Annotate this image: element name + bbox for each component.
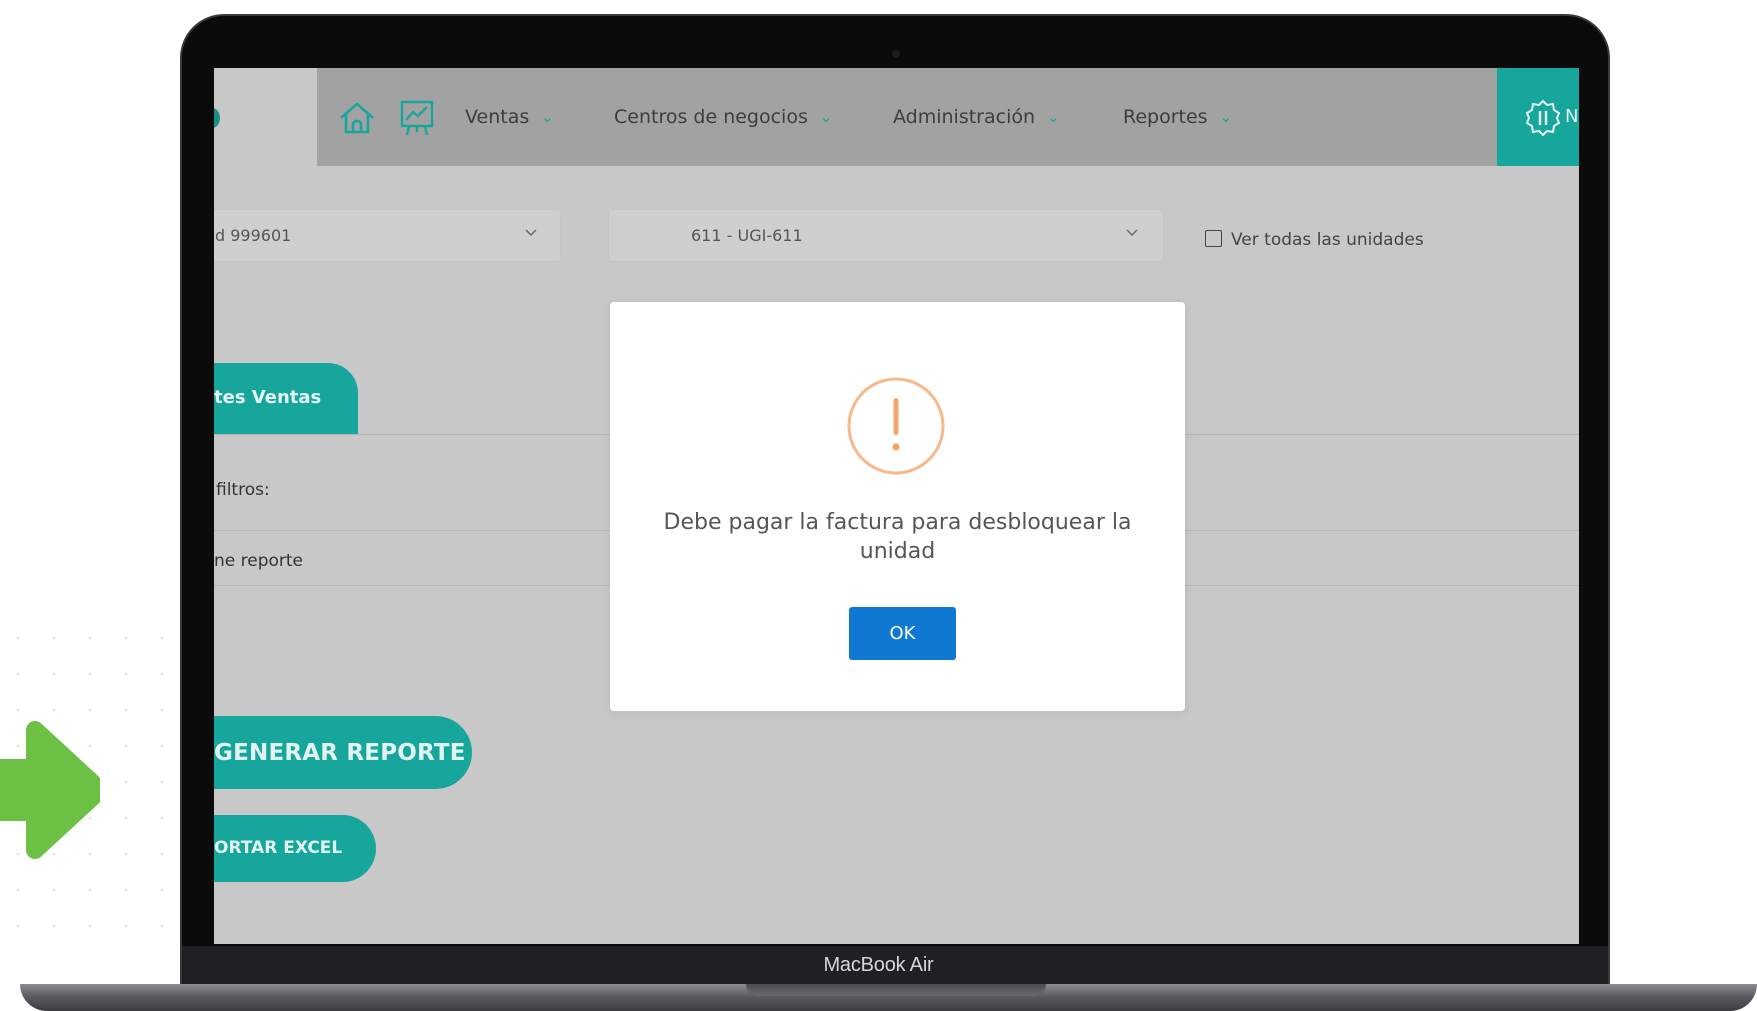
- business-center-select[interactable]: 611 - UGI-611: [608, 209, 1164, 262]
- show-all-units-label: Ver todas las unidades: [1231, 230, 1424, 250]
- ok-button[interactable]: OK: [849, 607, 956, 660]
- report-name-label: ne reporte: [214, 551, 304, 571]
- nav-item-label: Reportes: [1123, 106, 1208, 128]
- nav-item-administracion[interactable]: Administración ⌄: [893, 106, 1060, 128]
- app-screen: Ventas ⌄ Centros de negocios ⌄ Administrac…: [214, 68, 1579, 944]
- nav-item-centros-de-negocios[interactable]: Centros de negocios ⌄: [614, 106, 832, 128]
- warning-icon: [847, 377, 945, 475]
- arrow-right-icon: [0, 721, 100, 859]
- top-nav: Ventas ⌄ Centros de negocios ⌄ Administrac…: [317, 68, 1579, 166]
- alert-modal: Debe pagar la factura para desbloquear l…: [610, 302, 1185, 711]
- business-center-select-value: 611 - UGI-611: [691, 226, 803, 245]
- chevron-down-icon: [525, 229, 537, 236]
- camera: [892, 50, 900, 58]
- unit-select-value: d 999601: [215, 226, 292, 245]
- logo: [214, 108, 220, 128]
- generate-report-label: GENERAR REPORTE: [214, 740, 466, 766]
- tab-label: tes Ventas: [214, 387, 322, 408]
- novedades-icon: [1525, 99, 1561, 137]
- device-label: MacBook Air: [823, 954, 934, 976]
- chart-icon[interactable]: [397, 98, 437, 138]
- chevron-down-icon: ⌄: [541, 108, 554, 126]
- nav-logo-area: [214, 68, 317, 166]
- laptop-notch: [746, 984, 1046, 996]
- nav-item-label: Ventas: [465, 106, 530, 128]
- novedades-label: Novedades: [1565, 106, 1579, 127]
- nav-item-novedades[interactable]: Novedades: [1497, 68, 1579, 166]
- nav-item-reportes[interactable]: Reportes ⌄: [1123, 106, 1232, 128]
- nav-item-ventas[interactable]: Ventas ⌄: [465, 106, 554, 128]
- nav-item-label: Administración: [893, 106, 1036, 128]
- nav-item-label: Centros de negocios: [614, 106, 808, 128]
- unit-select[interactable]: d 999601: [214, 209, 561, 262]
- modal-message: Debe pagar la factura para desbloquear l…: [663, 510, 1132, 564]
- export-excel-label: ORTAR EXCEL: [214, 838, 343, 858]
- home-icon[interactable]: [337, 98, 377, 138]
- filters-label: filtros:: [216, 480, 270, 500]
- chevron-down-icon: [1126, 229, 1138, 236]
- show-all-units-checkbox[interactable]: [1205, 230, 1222, 247]
- chevron-down-icon: ⌄: [1219, 108, 1233, 126]
- chevron-down-icon: ⌄: [1047, 108, 1060, 126]
- chevron-down-icon: ⌄: [819, 108, 833, 126]
